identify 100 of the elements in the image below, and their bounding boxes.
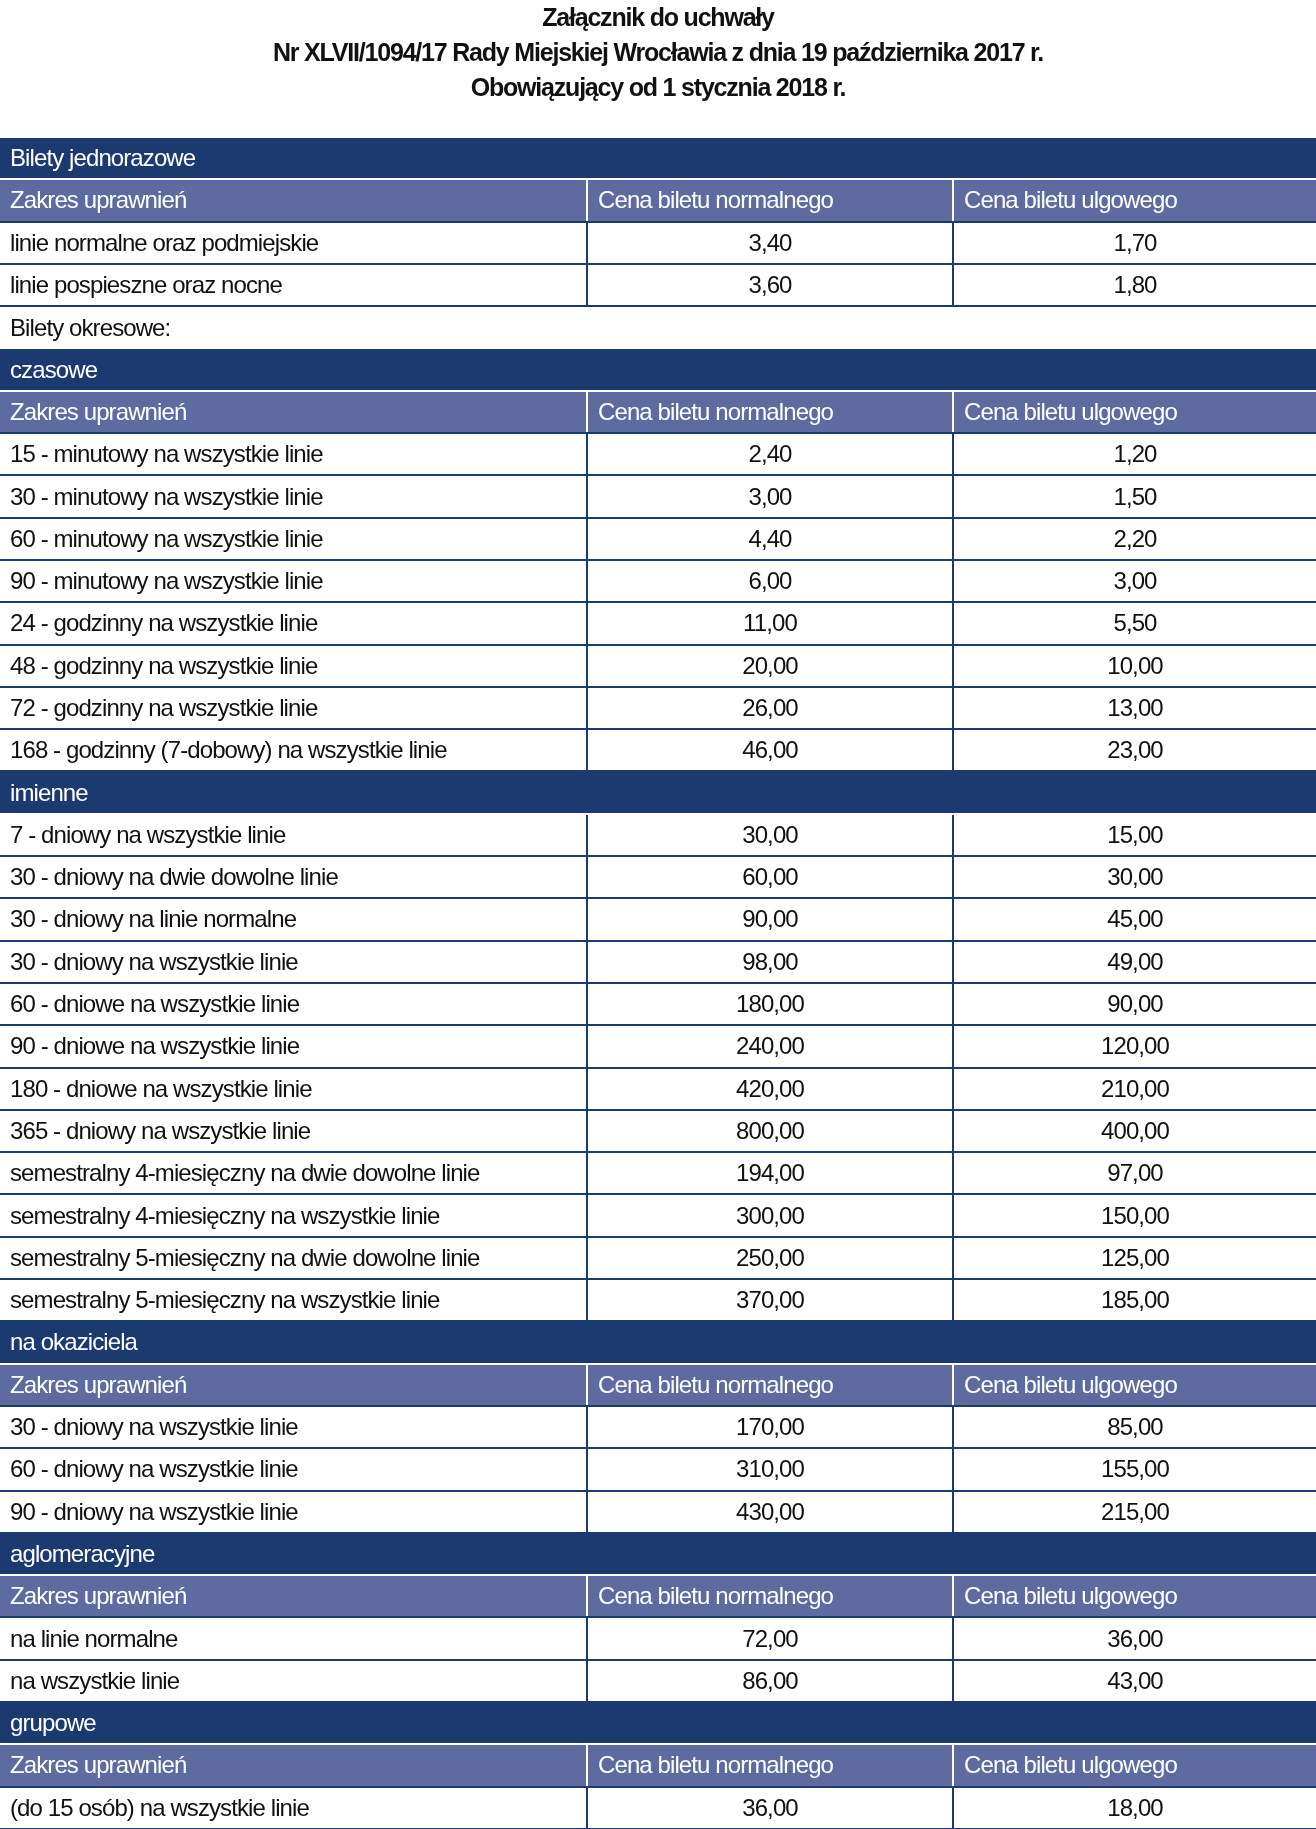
- section-header: na okaziciela: [0, 1322, 1316, 1365]
- table-cell: 46,00: [586, 730, 952, 771]
- table-cell-text: (do 15 osób) na wszystkie linie: [9, 1792, 310, 1823]
- table-cell-text: 90 - dniowe na wszystkie linie: [9, 1031, 301, 1062]
- column-header: Zakres uprawnień: [9, 1581, 188, 1612]
- column-header: Cena biletu normalnego: [586, 1364, 952, 1405]
- table-cell-text: semestralny 5-miesięczny na wszystkie linie: [9, 1285, 441, 1316]
- table-cell: 370,00: [586, 1280, 952, 1321]
- table-cell-text: semestralny 4-miesięczny na wszystkie linie: [9, 1200, 441, 1231]
- table-cell: 3,60: [586, 264, 952, 306]
- table-cell: 90,00: [952, 983, 1316, 1025]
- table-cell: 185,00: [952, 1280, 1316, 1321]
- table-cell: 18,00: [952, 1787, 1316, 1828]
- table-cell: 49,00: [952, 941, 1316, 982]
- table-cell: 310,00: [586, 1449, 952, 1490]
- table-cell-text: 90 - dniowy na wszystkie linie: [9, 1496, 299, 1527]
- table-cell-text: 24 - godzinny na wszystkie linie: [9, 608, 319, 639]
- table-cell: 30,00: [952, 857, 1316, 898]
- table-cell: 150,00: [952, 1195, 1316, 1236]
- table-cell: 3,40: [586, 222, 952, 263]
- column-header: Cena biletu normalnego: [586, 391, 952, 433]
- table-cell: 43,00: [952, 1660, 1316, 1701]
- table-cell: 2,40: [586, 434, 952, 475]
- table-cell: 36,00: [952, 1618, 1316, 1659]
- table-cell-text: 7 - dniowy na wszystkie linie: [9, 819, 287, 850]
- table-cell: 26,00: [586, 687, 952, 729]
- table-cell: 5,50: [952, 603, 1316, 644]
- column-header: Cena biletu ulgowego: [952, 1576, 1316, 1617]
- table-cell-text: 15 - minutowy na wszystkie linie: [9, 439, 324, 470]
- table-cell: 250,00: [586, 1237, 952, 1278]
- table-cell: 240,00: [586, 1026, 952, 1067]
- table-cell: 45,00: [952, 899, 1316, 940]
- column-header: Cena biletu normalnego: [586, 1745, 952, 1786]
- table-cell-text: linie normalne oraz podmiejskie: [9, 227, 320, 258]
- table-cell: 180,00: [586, 983, 952, 1025]
- table-cell-text: 168 - godzinny (7-dobowy) na wszystkie linie: [9, 735, 448, 766]
- table-cell: 20,00: [586, 645, 952, 686]
- table-cell: 210,00: [952, 1068, 1316, 1109]
- table-cell: 3,00: [586, 476, 952, 517]
- table-cell: 98,00: [586, 941, 952, 982]
- table-cell-text: na linie normalne: [9, 1623, 179, 1654]
- table-cell: 1,80: [952, 264, 1316, 306]
- table-cell-text: 30 - dniowy na linie normalne: [9, 904, 298, 935]
- table-cell: 10,00: [952, 645, 1316, 686]
- table-cell: 215,00: [952, 1491, 1316, 1532]
- table-cell-text: 180 - dniowe na wszystkie linie: [9, 1073, 313, 1104]
- table-cell: 300,00: [586, 1195, 952, 1236]
- table-cell-text: 30 - dniowy na wszystkie linie: [9, 946, 299, 977]
- table-cell: 2,20: [952, 518, 1316, 559]
- table-cell: 97,00: [952, 1153, 1316, 1194]
- table-cell: 155,00: [952, 1449, 1316, 1490]
- table-cell-text: na wszystkie linie: [9, 1665, 181, 1696]
- table-cell: 3,00: [952, 560, 1316, 602]
- table-cell: 72,00: [586, 1618, 952, 1659]
- column-header: Cena biletu ulgowego: [952, 1364, 1316, 1405]
- table-cell-text: 365 - dniowy na wszystkie linie: [9, 1115, 312, 1146]
- table-cell-text: semestralny 5-miesięczny na dwie dowolne linie: [9, 1242, 481, 1273]
- section-label: Bilety okresowe:: [9, 313, 172, 344]
- table-cell: 800,00: [586, 1110, 952, 1152]
- table-cell: 13,00: [952, 687, 1316, 729]
- section-header: aglomeracyjne: [0, 1533, 1316, 1577]
- table-cell-text: 60 - dniowy na wszystkie linie: [9, 1454, 299, 1485]
- table-cell-text: 90 - minutowy na wszystkie linie: [9, 566, 324, 597]
- table-cell-text: 30 - minutowy na wszystkie linie: [9, 481, 324, 512]
- table-cell: 36,00: [586, 1787, 952, 1828]
- table-cell: 400,00: [952, 1110, 1316, 1152]
- table-cell-text: linie pospieszne oraz nocne: [9, 270, 283, 301]
- column-header: Cena biletu ulgowego: [952, 391, 1316, 433]
- table-cell: 15,00: [952, 814, 1316, 856]
- column-header: Cena biletu ulgowego: [952, 1745, 1316, 1786]
- table-cell: 85,00: [952, 1406, 1316, 1448]
- table-cell: 194,00: [586, 1153, 952, 1194]
- table-cell-text: 60 - minutowy na wszystkie linie: [9, 523, 324, 554]
- column-header: Zakres uprawnień: [9, 1369, 188, 1400]
- table-cell: 1,20: [952, 434, 1316, 475]
- table-cell: 4,40: [586, 518, 952, 559]
- document-title: Załącznik do uchwały: [542, 2, 774, 33]
- table-cell: 125,00: [952, 1237, 1316, 1278]
- column-header: Zakres uprawnień: [9, 396, 188, 427]
- table-cell-text: 72 - godzinny na wszystkie linie: [9, 693, 319, 723]
- document-title: Nr XLVII/1094/17 Rady Miejskiej Wrocławia z dnia 19 października 2017 r.: [273, 37, 1043, 68]
- column-header: Cena biletu normalnego: [586, 1576, 952, 1617]
- table-cell: 120,00: [952, 1026, 1316, 1067]
- table-cell-text: 30 - dniowy na dwie dowolne linie: [9, 862, 339, 893]
- table-cell-text: 48 - godzinny na wszystkie linie: [9, 650, 319, 681]
- column-header: Cena biletu ulgowego: [952, 180, 1316, 221]
- table-cell-text: 60 - dniowe na wszystkie linie: [9, 989, 301, 1020]
- column-header: Cena biletu normalnego: [586, 180, 952, 221]
- section-header: czasowe: [0, 349, 1316, 392]
- table-cell: 11,00: [586, 603, 952, 644]
- section-header: grupowe: [0, 1703, 1316, 1746]
- table-cell: 1,50: [952, 476, 1316, 517]
- table-cell: 430,00: [586, 1491, 952, 1532]
- section-header: Bilety jednorazowe: [0, 138, 1316, 181]
- table-cell: 6,00: [586, 560, 952, 602]
- section-header: imienne: [0, 772, 1316, 815]
- table-cell: 86,00: [586, 1660, 952, 1701]
- table-cell: 90,00: [586, 899, 952, 940]
- table-cell-text: 30 - dniowy na wszystkie linie: [9, 1412, 299, 1443]
- table-cell: 170,00: [586, 1406, 952, 1448]
